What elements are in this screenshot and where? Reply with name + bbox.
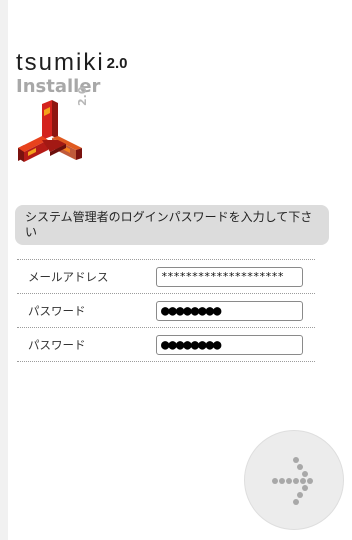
password-label: パスワード bbox=[28, 304, 86, 318]
password-field[interactable]: ●●●●●●●● bbox=[156, 301, 303, 321]
left-edge-strip bbox=[0, 0, 8, 540]
login-form: メールアドレス ******************** パスワード ●●●●●… bbox=[17, 259, 315, 362]
chevron-right-dotted-icon bbox=[272, 457, 313, 505]
instruction-banner: システム管理者のログインパスワードを入力して下さい bbox=[15, 205, 329, 245]
email-label: メールアドレス bbox=[28, 270, 109, 284]
next-button[interactable] bbox=[244, 430, 344, 530]
password-confirm-row: パスワード ●●●●●●●● bbox=[17, 328, 315, 362]
brand-name-text: tsumiki bbox=[16, 49, 105, 76]
password-confirm-field[interactable]: ●●●●●●●● bbox=[156, 335, 303, 355]
brand-version: 2.0 bbox=[106, 55, 128, 72]
installer-page: tsumiki 2.0 Installer 2.0 システム管理者のログインパス… bbox=[0, 0, 352, 540]
password-confirm-label: パスワード bbox=[28, 338, 86, 352]
email-field[interactable]: ******************** bbox=[156, 267, 303, 287]
logo-version-label: 2.0 bbox=[76, 86, 89, 107]
password-row: パスワード ●●●●●●●● bbox=[17, 294, 315, 328]
tsumiki-logo-icon: 2.0 bbox=[14, 87, 94, 170]
brand-header: tsumiki 2.0 Installer bbox=[16, 49, 128, 98]
brand-subtitle: Installer bbox=[16, 76, 101, 97]
brand-title: tsumiki 2.0 bbox=[16, 49, 128, 76]
email-row: メールアドレス ******************** bbox=[17, 260, 315, 294]
